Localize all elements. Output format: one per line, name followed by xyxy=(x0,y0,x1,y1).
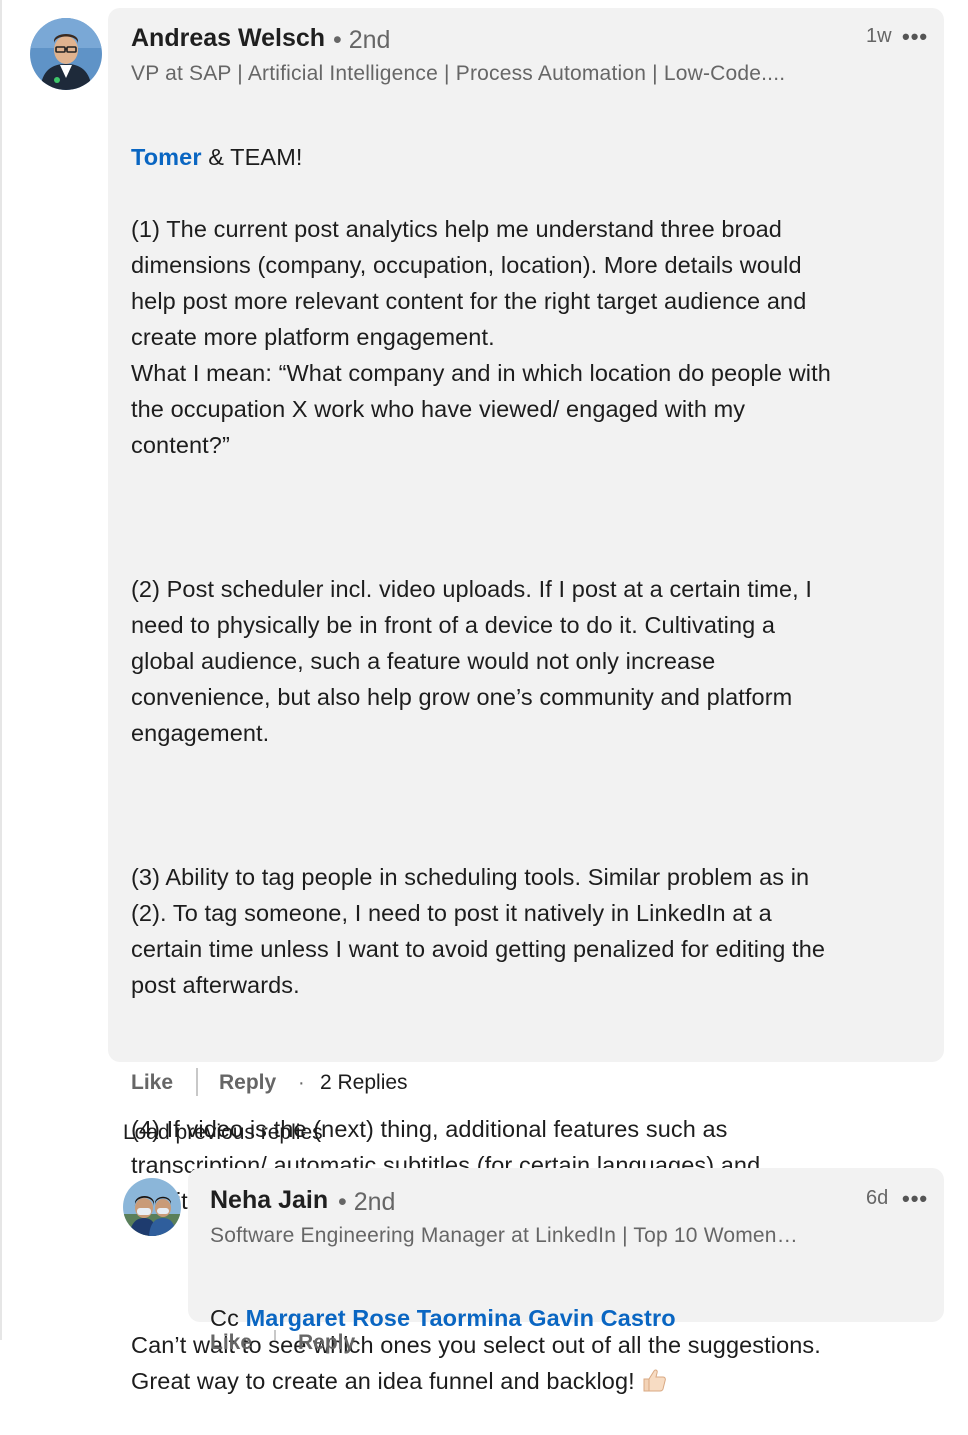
mention-link[interactable]: Tomer xyxy=(131,144,202,170)
reply-author-avatar[interactable] xyxy=(123,1178,181,1236)
connection-degree: • 2nd xyxy=(333,26,391,54)
reply-action-divider xyxy=(274,1330,276,1340)
action-divider xyxy=(196,1068,198,1096)
reply-more-options-icon[interactable]: ••• xyxy=(902,1186,928,1212)
author-name[interactable]: Andreas Welsch xyxy=(131,24,325,53)
action-dot: · xyxy=(298,1072,305,1094)
reply-reply-button[interactable]: Reply xyxy=(298,1331,355,1355)
author-avatar[interactable] xyxy=(30,18,102,90)
comment-greeting: Tomer & TEAM! xyxy=(131,144,303,170)
comment-paragraph: (3) Ability to tag people in scheduling … xyxy=(131,864,826,998)
comment-time: 1w xyxy=(866,25,892,47)
reply-connection-degree: • 2nd xyxy=(338,1188,396,1216)
reply-like-button[interactable]: Like xyxy=(210,1331,252,1355)
reply-body: Cc Margaret Rose Taormina Gavin Castro xyxy=(210,1305,676,1331)
more-options-icon[interactable]: ••• xyxy=(902,24,928,50)
reply-author-name[interactable]: Neha Jain xyxy=(210,1186,328,1215)
like-button[interactable]: Like xyxy=(131,1071,173,1095)
load-previous-replies-button[interactable]: Load previous replies xyxy=(123,1121,323,1145)
thumbs-up-icon xyxy=(641,1366,667,1392)
reply-button[interactable]: Reply xyxy=(219,1071,276,1095)
reply-time: 6d xyxy=(866,1187,889,1209)
reply-author-headline: Software Engineering Manager at LinkedIn… xyxy=(210,1224,798,1247)
comment-paragraph: (2) Post scheduler incl. video uploads. … xyxy=(131,576,812,746)
thread-rule xyxy=(0,0,2,1340)
replies-count-link[interactable]: 2 Replies xyxy=(320,1071,408,1095)
author-headline: VP at SAP | Artificial Intelligence | Pr… xyxy=(131,62,786,85)
comment-paragraph: (1) The current post analytics help me u… xyxy=(131,216,831,458)
mention-link[interactable]: Margaret Rose Taormina xyxy=(246,1305,522,1331)
mention-link[interactable]: Gavin Castro xyxy=(528,1305,675,1331)
